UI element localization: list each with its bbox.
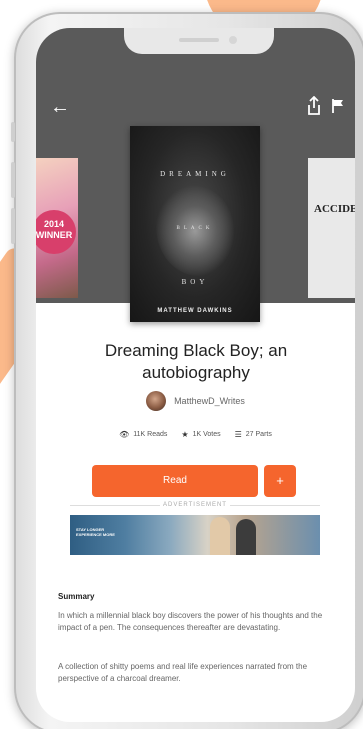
avatar[interactable] (146, 391, 167, 411)
volume-button (11, 162, 15, 198)
story-stats: 👁 11K Reads ★ 1K Votes ☰ 27 Parts (36, 430, 355, 439)
cover-artwork (156, 186, 234, 276)
phone-screen: ← 2014 WINNER ACCIDE DREAMING BLACK BOY … (36, 28, 355, 722)
share-icon (308, 95, 320, 115)
author-row[interactable]: MatthewD_Writes (36, 389, 355, 413)
cover-line: DREAMING (160, 170, 230, 178)
author-name[interactable]: MatthewD_Writes (174, 396, 245, 406)
parts-count: 27 Parts (245, 431, 272, 438)
star-icon: ★ (181, 430, 189, 439)
volume-button (11, 208, 15, 244)
cover-badge: 2014 WINNER (36, 210, 76, 254)
votes-stat: ★ 1K Votes (181, 430, 220, 439)
speaker (179, 38, 219, 42)
cover-title: ACCIDE (314, 203, 355, 215)
adjacent-cover-right[interactable]: ACCIDE (308, 158, 355, 298)
reads-count: 11K Reads (133, 431, 168, 438)
phone-frame: ← 2014 WINNER ACCIDE DREAMING BLACK BOY … (11, 12, 363, 729)
summary-paragraph: A collection of shitty poems and real li… (58, 662, 308, 683)
arrow-left-icon: ← (50, 96, 70, 118)
cover-line: BOY (181, 278, 209, 286)
cover-line: BLACK (176, 226, 214, 231)
stage: ← 2014 WINNER ACCIDE DREAMING BLACK BOY … (0, 0, 363, 729)
reads-stat: 👁 11K Reads (119, 430, 167, 439)
ad-label: ADVERTISEMENT (163, 502, 227, 508)
summary-heading: Summary (58, 592, 95, 601)
ad-person (210, 517, 230, 555)
add-to-library-button[interactable]: + (264, 465, 296, 497)
eye-icon: 👁 (119, 430, 130, 439)
ad-text: STAY LONGER EXPERIENCE MORE (76, 527, 115, 537)
story-title: Dreaming Black Boy; an autobiography (104, 341, 288, 382)
notch (124, 28, 274, 54)
summary-paragraph: In which a millennial black boy discover… (58, 611, 323, 632)
votes-count: 1K Votes (192, 431, 221, 438)
list-icon: ☰ (234, 430, 242, 439)
ad-banner[interactable]: STAY LONGER EXPERIENCE MORE (70, 515, 320, 555)
cover-author: MATTHEW DAWKINS (157, 308, 233, 314)
story-header: ← 2014 WINNER ACCIDE DREAMING BLACK BOY … (36, 28, 355, 322)
report-button[interactable] (331, 98, 345, 114)
parts-stat: ☰ 27 Parts (235, 430, 272, 439)
book-cover[interactable]: DREAMING BLACK BOY MATTHEW DAWKINS (130, 126, 260, 322)
ad-person (236, 519, 256, 555)
adjacent-cover-left[interactable]: 2014 WINNER (36, 158, 78, 298)
read-button[interactable]: Read (92, 465, 258, 497)
back-button[interactable]: ← (50, 96, 72, 118)
mute-switch (11, 122, 15, 142)
share-button[interactable] (306, 95, 322, 116)
flag-icon (332, 99, 343, 113)
camera (229, 36, 237, 44)
